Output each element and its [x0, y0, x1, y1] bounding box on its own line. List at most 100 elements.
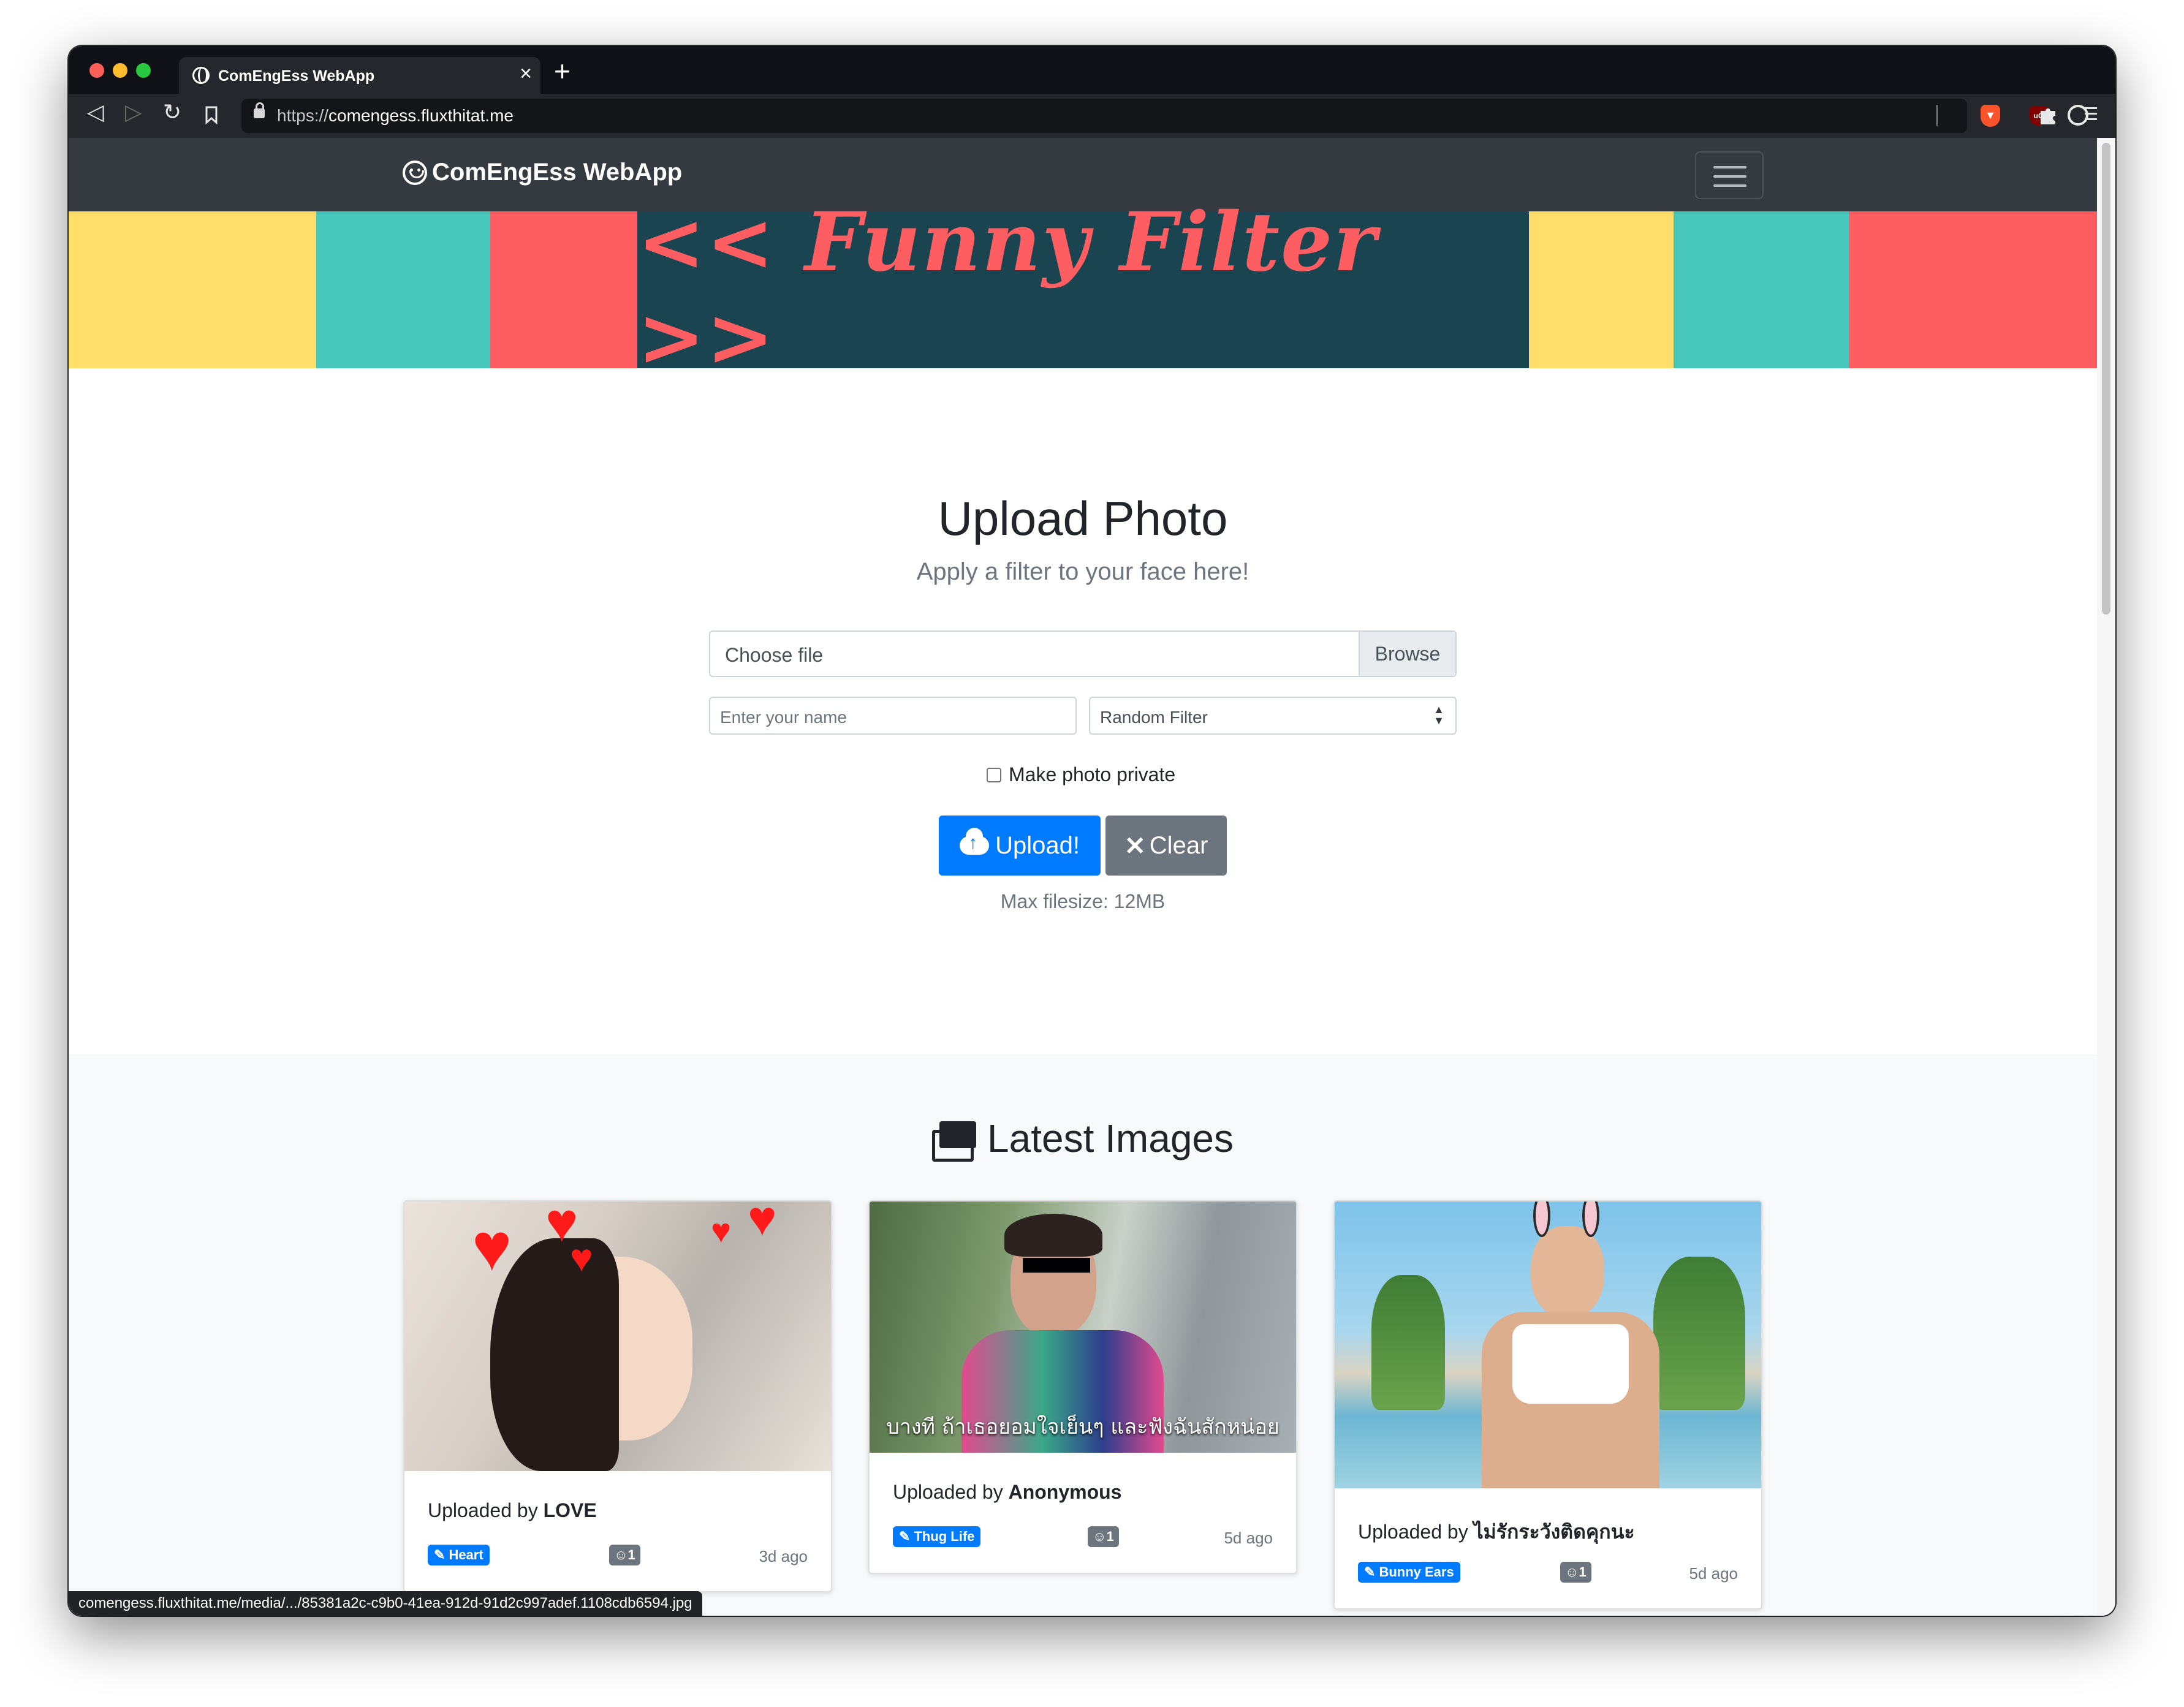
card-image[interactable]: ♥ ♥ ♥ ♥ ♥ — [404, 1202, 831, 1471]
latest-images-section: Latest Images ♥ ♥ ♥ ♥ ♥ Uploaded by LOVE… — [69, 1054, 2097, 1616]
upload-heading: Upload Photo — [938, 491, 1228, 545]
card-body: Uploaded by Anonymous ✎ Thug Life ☺1 5d a… — [870, 1453, 1296, 1573]
upload-button-label: Upload! — [995, 831, 1080, 859]
filter-badge: ✎ Heart — [428, 1545, 490, 1565]
filter-select[interactable]: Random Filter ▲ ▼ — [1089, 697, 1457, 735]
magic-wand-icon: ✎ — [434, 1547, 446, 1562]
filter-badge: ✎ Bunny Ears — [1358, 1562, 1460, 1583]
reload-icon[interactable]: ↻ — [163, 100, 181, 125]
image-card[interactable]: ♥ ♥ ♥ ♥ ♥ Uploaded by LOVE ✎ Heart ☺1 3d … — [403, 1200, 832, 1592]
image-card[interactable]: Uploaded by ไม่รักระวังติดคุกนะ ✎ Bunny E… — [1333, 1200, 1762, 1610]
name-input-placeholder: Enter your name — [720, 708, 847, 727]
banner-title: << Funny Filter >> — [637, 195, 1378, 385]
minimize-window-button[interactable] — [113, 63, 127, 78]
card-uploader: Uploaded by LOVE — [428, 1499, 597, 1521]
palm-tree-shape — [1653, 1257, 1745, 1410]
file-input[interactable]: Choose file Browse — [709, 630, 1457, 677]
forward-icon[interactable]: ▷ — [125, 100, 142, 125]
close-window-button[interactable] — [89, 63, 104, 78]
reaction-count-badge: ☺1 — [609, 1545, 640, 1565]
web-page: ComEngEss WebApp << Funny Filter >> Uplo… — [69, 138, 2097, 1616]
private-row: Make photo private — [987, 763, 1175, 786]
name-input[interactable]: Enter your name — [709, 697, 1077, 735]
tab-comengess[interactable]: ComEngEss WebApp × — [179, 57, 540, 94]
zoom-window-button[interactable] — [136, 63, 151, 78]
page-scrollbar[interactable] — [2097, 138, 2115, 1616]
banner-stripe — [1849, 211, 2097, 368]
upload-section: Upload Photo Apply a filter to your face… — [69, 368, 2097, 1054]
images-icon — [932, 1121, 976, 1162]
card-image[interactable]: บางที ถ้าเธอยอมใจเย็นๆ และฟังฉันสักหน่อย — [870, 1202, 1296, 1453]
address-bar[interactable]: https://comengess.fluxthitat.me — [241, 99, 1967, 133]
card-uploader: Uploaded by Anonymous — [893, 1481, 1122, 1503]
heart-icon: ♥ — [472, 1209, 512, 1285]
tab-title: ComEngEss WebApp — [218, 67, 375, 85]
upload-subheading: Apply a filter to your face here! — [916, 558, 1249, 585]
lock-icon — [254, 102, 265, 118]
heart-icon: ♥ — [748, 1202, 777, 1246]
filter-select-value: Random Filter — [1100, 708, 1208, 727]
puzzle-extensions-icon[interactable] — [2038, 105, 2059, 126]
filter-badge: ✎ Thug Life — [893, 1526, 981, 1547]
browse-button[interactable]: Browse — [1359, 632, 1455, 676]
upload-button[interactable]: Upload! — [939, 816, 1101, 876]
card-image[interactable] — [1335, 1202, 1761, 1488]
new-tab-button[interactable]: + — [554, 55, 571, 88]
magic-wand-icon: ✎ — [899, 1529, 911, 1544]
reaction-count-badge: ☺1 — [1560, 1562, 1591, 1583]
back-icon[interactable]: ◁ — [87, 100, 104, 125]
face-shape — [1531, 1226, 1604, 1318]
latest-heading-label: Latest Images — [987, 1116, 1234, 1160]
banner-stripe — [1674, 211, 1849, 368]
clear-button-label: Clear — [1149, 831, 1208, 859]
hair-shape — [1004, 1214, 1102, 1257]
banner-stripe — [316, 211, 490, 368]
bookmark-icon[interactable] — [205, 106, 218, 124]
browser-window: ComEngEss WebApp × + ◁ ▷ ↻ https://comen… — [69, 46, 2115, 1616]
navbar-brand[interactable]: ComEngEss WebApp — [403, 159, 682, 186]
hero-banner: << Funny Filter >> — [69, 195, 2097, 385]
max-filesize-note: Max filesize: 12MB — [1000, 890, 1166, 912]
banner-stripe — [1529, 211, 1674, 368]
private-checkbox[interactable] — [987, 767, 1001, 782]
tank-top-shape — [1512, 1324, 1629, 1404]
brave-shields-icon[interactable]: ▼ — [1981, 105, 2000, 127]
card-time-ago: 5d ago — [1689, 1564, 1738, 1583]
select-arrows-icon: ▲ ▼ — [1433, 703, 1444, 727]
card-uploader: Uploaded by ไม่รักระวังติดคุกนะ — [1358, 1521, 1635, 1543]
heart-icon: ♥ — [711, 1211, 732, 1250]
scrollbar-thumb[interactable] — [2102, 143, 2110, 615]
private-label[interactable]: Make photo private — [1009, 763, 1175, 786]
navbar-toggler-button[interactable] — [1695, 151, 1764, 199]
reaction-count-badge: ☺1 — [1088, 1526, 1119, 1547]
cloud-upload-icon — [960, 828, 990, 855]
card-body: Uploaded by ไม่รักระวังติดคุกนะ ✎ Bunny E… — [1335, 1488, 1761, 1608]
file-input-placeholder: Choose file — [725, 644, 824, 666]
latest-heading: Latest Images — [69, 1116, 2097, 1162]
smile-icon — [403, 160, 427, 185]
brand-label: ComEngEss WebApp — [432, 159, 683, 186]
close-icon: ✕ — [1124, 831, 1146, 860]
address-bar-divider — [1936, 105, 1938, 126]
thug-life-glasses-icon — [1023, 1258, 1090, 1273]
banner-title-panel: << Funny Filter >> — [637, 195, 1529, 385]
clear-button[interactable]: ✕ Clear — [1105, 816, 1227, 876]
banner-stripe — [490, 211, 637, 368]
palm-tree-shape — [1371, 1275, 1445, 1410]
bunny-ear-icon — [1582, 1202, 1599, 1237]
globe-icon — [192, 67, 210, 84]
image-card[interactable]: บางที ถ้าเธอยอมใจเย็นๆ และฟังฉันสักหน่อย… — [868, 1200, 1297, 1574]
magic-wand-icon: ✎ — [1364, 1564, 1376, 1580]
card-body: Uploaded by LOVE ✎ Heart ☺1 3d ago — [404, 1471, 831, 1591]
banner-stripe — [69, 211, 316, 368]
menu-icon[interactable] — [2084, 105, 2098, 123]
video-caption: บางที ถ้าเธอยอมใจเย็นๆ และฟังฉันสักหน่อย — [886, 1415, 1280, 1439]
link-status-bar: comengess.fluxthitat.me/media/.../85381a… — [69, 1591, 702, 1616]
url-text: https://comengess.fluxthitat.me — [277, 106, 514, 125]
heart-icon: ♥ — [570, 1236, 593, 1280]
tab-close-icon[interactable]: × — [520, 62, 532, 86]
card-time-ago: 5d ago — [1224, 1529, 1273, 1547]
browser-toolbar: ◁ ▷ ↻ https://comengess.fluxthitat.me ▼ … — [69, 94, 2115, 138]
card-time-ago: 3d ago — [759, 1547, 808, 1565]
tab-strip: ComEngEss WebApp × + — [69, 46, 2115, 94]
